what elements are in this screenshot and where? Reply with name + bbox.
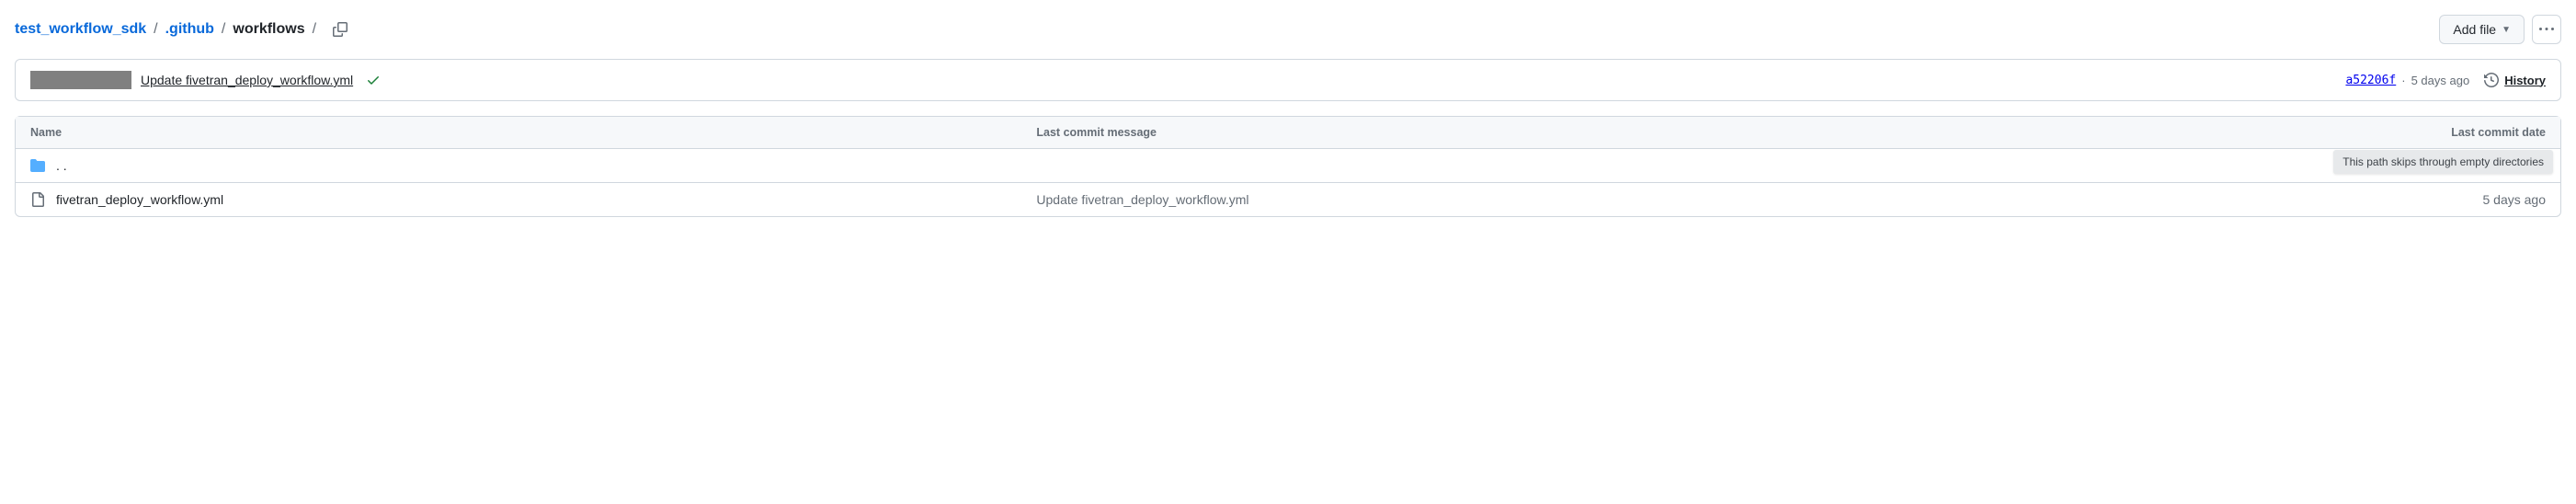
table-row-parent[interactable]: . . [16, 149, 2560, 183]
commit-age: 5 days ago [2411, 74, 2470, 87]
table-row: fivetran_deploy_workflow.yml Update five… [16, 183, 2560, 216]
chevron-down-icon: ▼ [2502, 25, 2511, 35]
file-listing: Name Last commit message Last commit dat… [15, 116, 2561, 217]
add-file-label: Add file [2453, 22, 2496, 37]
kebab-icon [2539, 22, 2554, 37]
parent-directory-link[interactable]: . . [56, 158, 67, 173]
history-link[interactable]: History [2484, 73, 2546, 87]
breadcrumb-separator: / [148, 21, 163, 38]
add-file-button[interactable]: Add file ▼ [2439, 15, 2525, 44]
path-skip-tooltip: This path skips through empty directorie… [2333, 150, 2553, 174]
file-icon [30, 192, 45, 207]
commit-message-link[interactable]: Update fivetran_deploy_workflow.yml [141, 73, 353, 87]
row-commit-message-link[interactable]: Update fivetran_deploy_workflow.yml [1036, 192, 1248, 207]
breadcrumb: test_workflow_sdk / .github / workflows … [15, 21, 348, 38]
breadcrumb-separator: / [216, 21, 231, 38]
breadcrumb-root[interactable]: test_workflow_sdk [15, 21, 146, 38]
row-commit-date: 5 days ago [2362, 192, 2546, 207]
header-actions: Add file ▼ [2439, 15, 2561, 44]
latest-commit-box: Update fivetran_deploy_workflow.yml a522… [15, 59, 2561, 101]
breadcrumb-separator: / [307, 21, 322, 38]
column-header-message: Last commit message [1036, 126, 2362, 139]
copy-path-icon[interactable] [333, 22, 348, 37]
file-name-link[interactable]: fivetran_deploy_workflow.yml [56, 192, 223, 207]
commit-sha-link[interactable]: a52206f [2345, 74, 2396, 87]
breadcrumb-current: workflows [233, 21, 304, 38]
more-options-button[interactable] [2532, 15, 2561, 44]
history-label: History [2504, 74, 2546, 87]
separator-dot: · [2401, 74, 2405, 87]
column-header-date: Last commit date [2362, 126, 2546, 139]
author-placeholder [30, 71, 131, 89]
status-success-icon[interactable] [366, 73, 381, 87]
file-table-header: Name Last commit message Last commit dat… [16, 117, 2560, 149]
breadcrumb-parent[interactable]: .github [165, 21, 214, 38]
column-header-name: Name [30, 126, 1036, 139]
folder-icon [30, 158, 45, 173]
history-icon [2484, 73, 2499, 87]
